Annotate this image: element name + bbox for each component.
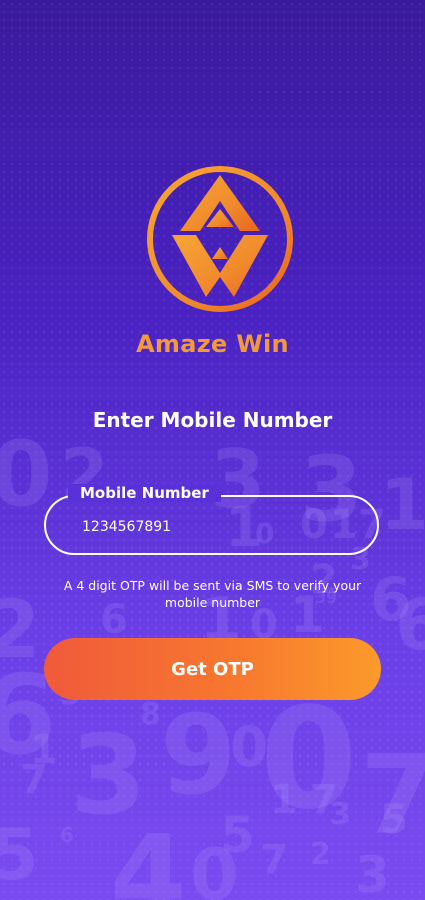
- get-otp-button[interactable]: Get OTP: [44, 638, 381, 700]
- decorative-number-background: 0 2 3 3 1 0 17 0 1 3 6 2 39 2 6 1 0 1 6 …: [0, 422, 425, 900]
- otp-info-text: A 4 digit OTP will be sent via SMS to ve…: [63, 578, 362, 610]
- brand-name: Amaze Win: [136, 330, 289, 358]
- page-title: Enter Mobile Number: [92, 408, 333, 432]
- mobile-number-label: Mobile Number: [68, 484, 221, 502]
- halftone-background: [0, 0, 425, 900]
- amaze-win-logo-icon: [147, 166, 293, 312]
- mobile-number-field[interactable]: Mobile Number: [44, 484, 379, 555]
- mobile-number-input[interactable]: [82, 519, 342, 535]
